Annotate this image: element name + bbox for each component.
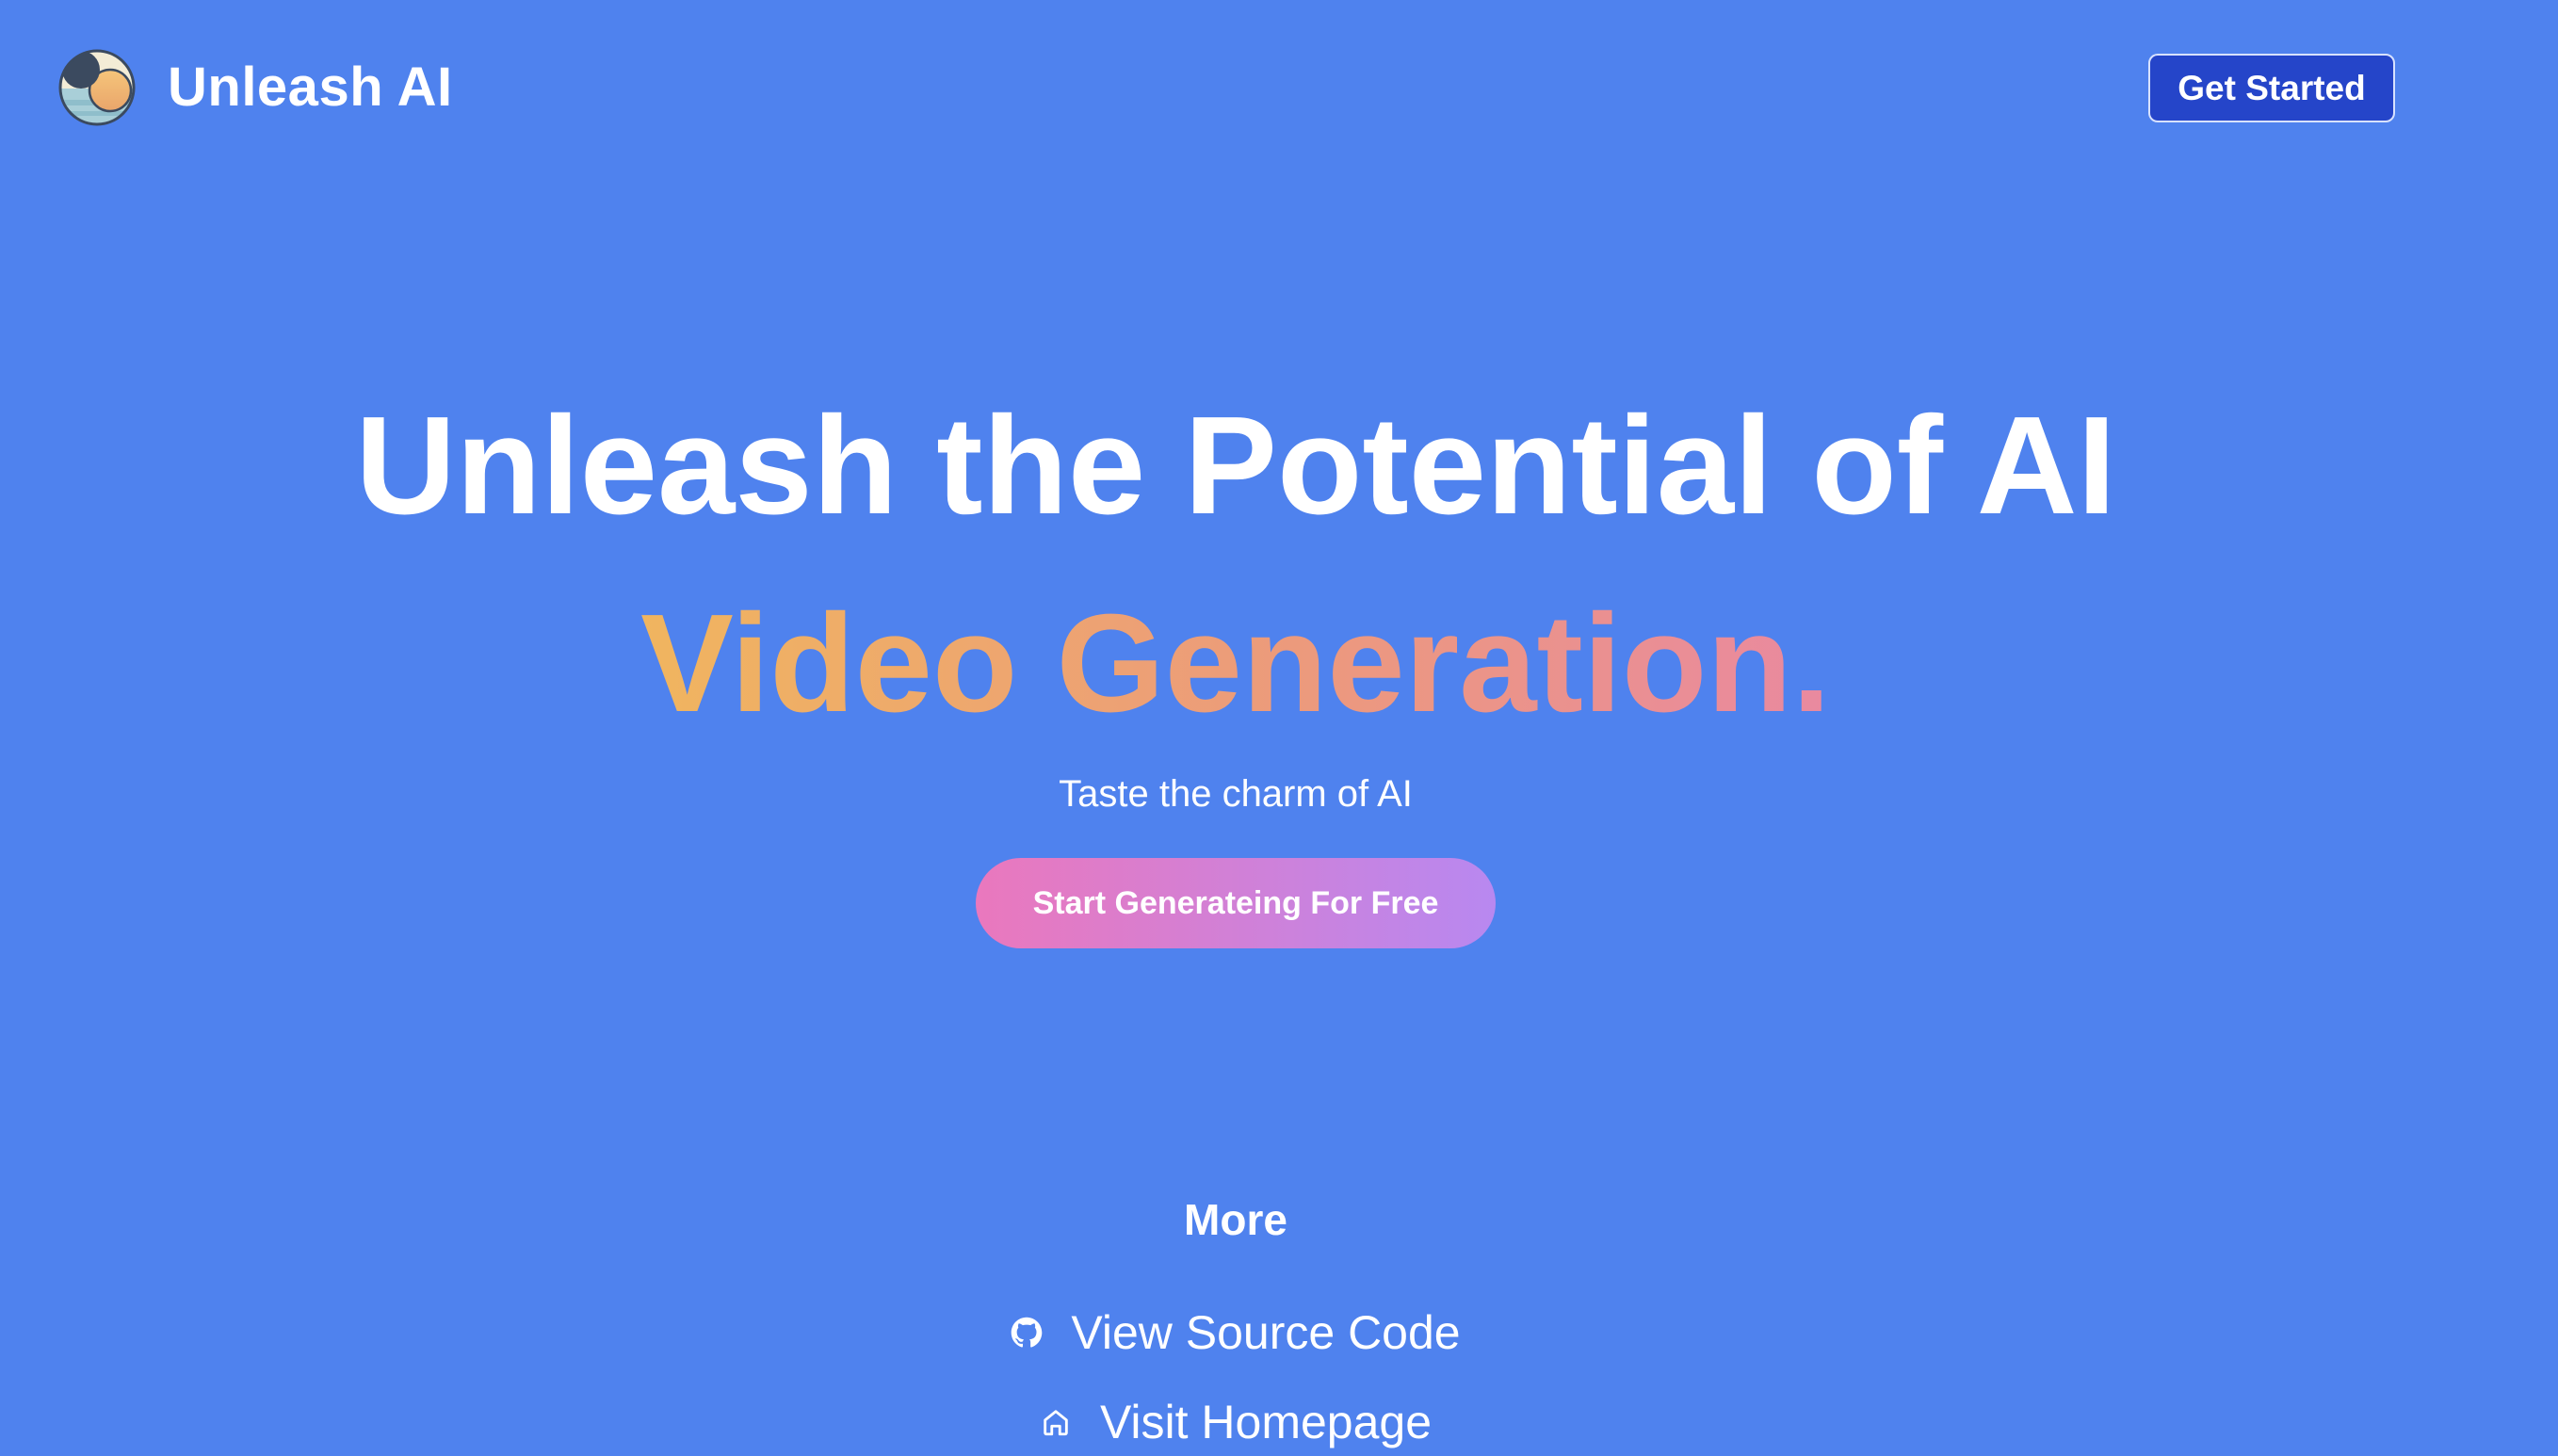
visit-homepage-link[interactable]: Visit Homepage: [1040, 1389, 1432, 1455]
brand-name: Unleash AI: [168, 57, 453, 118]
view-source-label: View Source Code: [1071, 1306, 1461, 1359]
github-icon: [1012, 1317, 1043, 1348]
visit-homepage-label: Visit Homepage: [1099, 1396, 1433, 1448]
top-header: Unleash AI Get Started: [0, 0, 2558, 179]
view-source-link[interactable]: View Source Code: [1011, 1300, 1461, 1366]
view-source-link-row: View Source Code: [0, 1300, 2471, 1366]
start-generating-button[interactable]: Start Generateing For Free: [976, 858, 1496, 948]
hero-tagline: Taste the charm of AI: [1059, 773, 1413, 815]
get-started-button[interactable]: Get Started: [2148, 54, 2395, 122]
hero-subtitle: Video Generation.: [0, 584, 2471, 744]
hero-subtitle-text: Video Generation.: [640, 586, 1831, 741]
logo-icon: [58, 49, 136, 126]
hero-title: Unleash the Potential of AI: [355, 388, 2116, 543]
home-icon: [1044, 1410, 1068, 1436]
visit-homepage-link-row: Visit Homepage: [0, 1389, 2471, 1455]
brand-link[interactable]: Unleash AI: [58, 49, 453, 126]
more-title: More: [1184, 1195, 1287, 1244]
